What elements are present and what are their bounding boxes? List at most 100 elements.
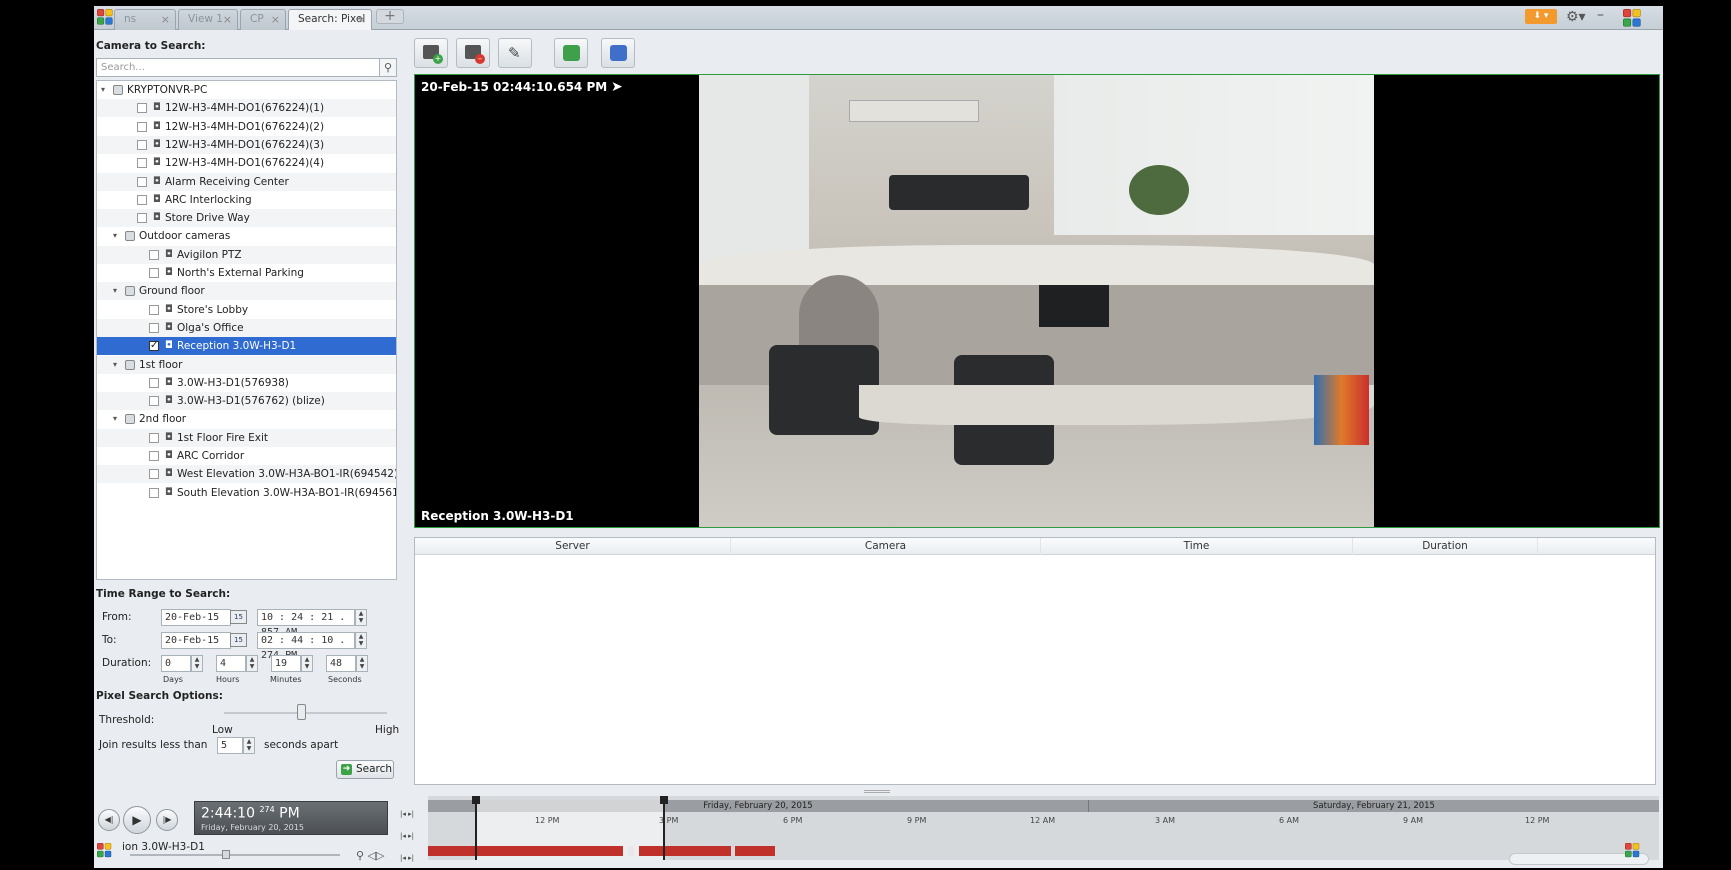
close-icon[interactable]: × (223, 10, 232, 29)
folder-item[interactable]: ▾ 2nd floor (97, 410, 396, 428)
server-item[interactable]: ▾ KRYPTONVR-PC (97, 81, 396, 99)
camera-checkbox[interactable] (137, 158, 147, 169)
camera-item[interactable]: ◘ North's External Parking (97, 264, 396, 282)
expand-arrow-icon[interactable]: ▾ (113, 410, 117, 428)
results-table[interactable]: Server Camera Time Duration (414, 537, 1656, 785)
expand-arrow-icon[interactable]: ▾ (101, 81, 105, 99)
draw-region-button[interactable]: ✎ (498, 38, 532, 68)
to-time-field[interactable]: 02 : 44 : 10 . 274 PM (257, 632, 355, 661)
camera-checkbox[interactable] (149, 337, 159, 355)
zoom-icon[interactable]: ⚲ ◁▷ (356, 849, 384, 862)
camera-item[interactable]: ◘ 12W-H3-4MH-DO1(676224)(2) (97, 118, 396, 136)
folder-item[interactable]: ▾ Ground floor (97, 282, 396, 301)
alarm-dropdown-button[interactable]: ⬇ ▾ (1525, 9, 1557, 24)
duration-hours-field[interactable]: 4 (216, 655, 246, 672)
from-time-stepper[interactable]: ▲ ▼ (355, 609, 367, 626)
camera-checkbox[interactable] (137, 103, 147, 114)
camera-item[interactable]: ◘ 12W-H3-4MH-DO1(676224)(3) (97, 135, 396, 154)
expand-arrow-icon[interactable]: ▾ (113, 227, 117, 245)
days-stepper[interactable]: ▲ ▼ (191, 655, 203, 672)
seconds-stepper[interactable]: ▲ ▼ (356, 655, 368, 672)
camera-checkbox[interactable] (149, 268, 159, 278)
play-button[interactable]: ▶ (123, 806, 151, 834)
minutes-stepper[interactable]: ▲ ▼ (301, 655, 313, 672)
duration-days-field[interactable]: 0 (161, 655, 191, 672)
brand-logo-icon (1625, 843, 1640, 858)
panel-splitter[interactable] (864, 790, 890, 793)
camera-item[interactable]: ◘ Store's Lobby (97, 301, 396, 319)
expand-arrow-icon[interactable]: ▾ (113, 282, 117, 300)
camera-item[interactable]: ◘ 3.0W-H3-D1(576938) (97, 374, 396, 392)
search-icon[interactable]: ⚲ (380, 58, 397, 77)
column-duration[interactable]: Duration (1353, 538, 1538, 555)
camera-item[interactable]: ◘ ARC Interlocking (97, 191, 396, 209)
camera-item[interactable]: ◘ ARC Corridor (97, 447, 396, 465)
camera-item[interactable]: ◘ 12W-H3-4MH-DO1(676224)(4) (97, 154, 396, 172)
camera-checkbox[interactable] (137, 176, 147, 187)
column-camera[interactable]: Camera (731, 538, 1041, 555)
close-icon[interactable]: × (161, 10, 170, 29)
duration-seconds-field[interactable]: 48 (326, 655, 356, 672)
camera-checkbox[interactable] (149, 487, 159, 498)
tab-ns[interactable]: ns × (114, 9, 176, 30)
hours-stepper[interactable]: ▲ ▼ (246, 655, 258, 672)
zoom-slider-track[interactable] (130, 854, 340, 856)
camera-checkbox[interactable] (137, 121, 147, 132)
camera-checkbox[interactable] (137, 194, 147, 205)
tab-view-1[interactable]: View 1 × (178, 9, 238, 30)
camera-checkbox[interactable] (149, 377, 159, 388)
camera-item[interactable]: ◘ Reception 3.0W-H3-D1 (97, 337, 396, 356)
add-tab-button[interactable]: + (376, 9, 404, 24)
gear-icon[interactable]: ⚙▾ (1566, 9, 1586, 25)
camera-checkbox[interactable] (149, 469, 159, 480)
to-time-stepper[interactable]: ▲ ▼ (355, 632, 367, 649)
step-forward-button[interactable]: |▶ (156, 809, 178, 831)
camera-item[interactable]: ◘ 1st Floor Fire Exit (97, 428, 396, 447)
camera-checkbox[interactable] (149, 432, 159, 443)
threshold-slider[interactable] (296, 704, 306, 720)
camera-item[interactable]: ◘ 3.0W-H3-D1(576762) (blize) (97, 392, 396, 411)
camera-item[interactable]: ◘ Olga's Office (97, 318, 396, 337)
remove-camera-button[interactable]: – (456, 38, 490, 68)
tab-search-pixel[interactable]: Search: Pixel × (288, 9, 372, 30)
column-time[interactable]: Time (1041, 538, 1353, 555)
camera-item[interactable]: ◘ West Elevation 3.0W-H3A-BO1-IR(694542) (97, 465, 396, 484)
search-button[interactable]: ➜ Search (336, 760, 394, 779)
expand-arrow-icon[interactable]: ▾ (113, 356, 117, 374)
camera-item[interactable]: ◘ Store Drive Way (97, 209, 396, 228)
camera-checkbox[interactable] (149, 304, 159, 315)
from-date-field[interactable]: 20-Feb-15 (161, 609, 231, 626)
camera-item[interactable]: ◘ 12W-H3-4MH-DO1(676224)(1) (97, 99, 396, 118)
camera-tree[interactable]: ▾ KRYPTONVR-PC ◘ 12W-H3-4MH-DO1(676224)(1) ◘… (96, 80, 397, 580)
duration-minutes-field[interactable]: 19 (271, 655, 301, 672)
camera-checkbox[interactable] (149, 322, 159, 333)
tab-cp[interactable]: CP × (240, 9, 286, 30)
column-server[interactable]: Server (415, 538, 731, 555)
snapshot-button[interactable] (554, 38, 588, 68)
camera-search-input[interactable]: Search... (96, 58, 380, 77)
camera-checkbox[interactable] (149, 451, 159, 461)
step-back-button[interactable]: ◀| (98, 809, 120, 831)
close-icon[interactable]: × (357, 10, 366, 29)
record-button[interactable] (601, 38, 635, 68)
camera-checkbox[interactable] (149, 249, 159, 260)
camera-item[interactable]: ◘ Alarm Receiving Center (97, 172, 396, 191)
join-seconds-stepper[interactable]: ▲ ▼ (243, 737, 255, 754)
minimize-button[interactable]: – (1597, 7, 1604, 23)
video-panel[interactable]: 20-Feb-15 02:44:10.654 PM ➤ Reception 3.… (414, 74, 1660, 528)
camera-item[interactable]: ◘ Avigilon PTZ (97, 245, 396, 264)
camera-checkbox[interactable] (149, 396, 159, 407)
to-date-field[interactable]: 20-Feb-15 (161, 632, 231, 649)
camera-checkbox[interactable] (137, 139, 147, 150)
camera-item[interactable]: ◘ South Elevation 3.0W-H3A-BO1-IR(694561) (97, 484, 396, 502)
join-seconds-field[interactable]: 5 (217, 737, 243, 754)
add-camera-button[interactable]: + (414, 38, 448, 68)
camera-checkbox[interactable] (137, 213, 147, 224)
folder-item[interactable]: ▾ Outdoor cameras (97, 227, 396, 245)
close-icon[interactable]: × (271, 10, 280, 29)
from-time-field[interactable]: 10 : 24 : 21 . 857 AM (257, 609, 355, 638)
calendar-icon[interactable]: 15 (230, 610, 247, 624)
folder-item[interactable]: ▾ 1st floor (97, 355, 396, 374)
calendar-icon[interactable]: 15 (230, 633, 247, 647)
zoom-slider[interactable] (222, 850, 230, 859)
